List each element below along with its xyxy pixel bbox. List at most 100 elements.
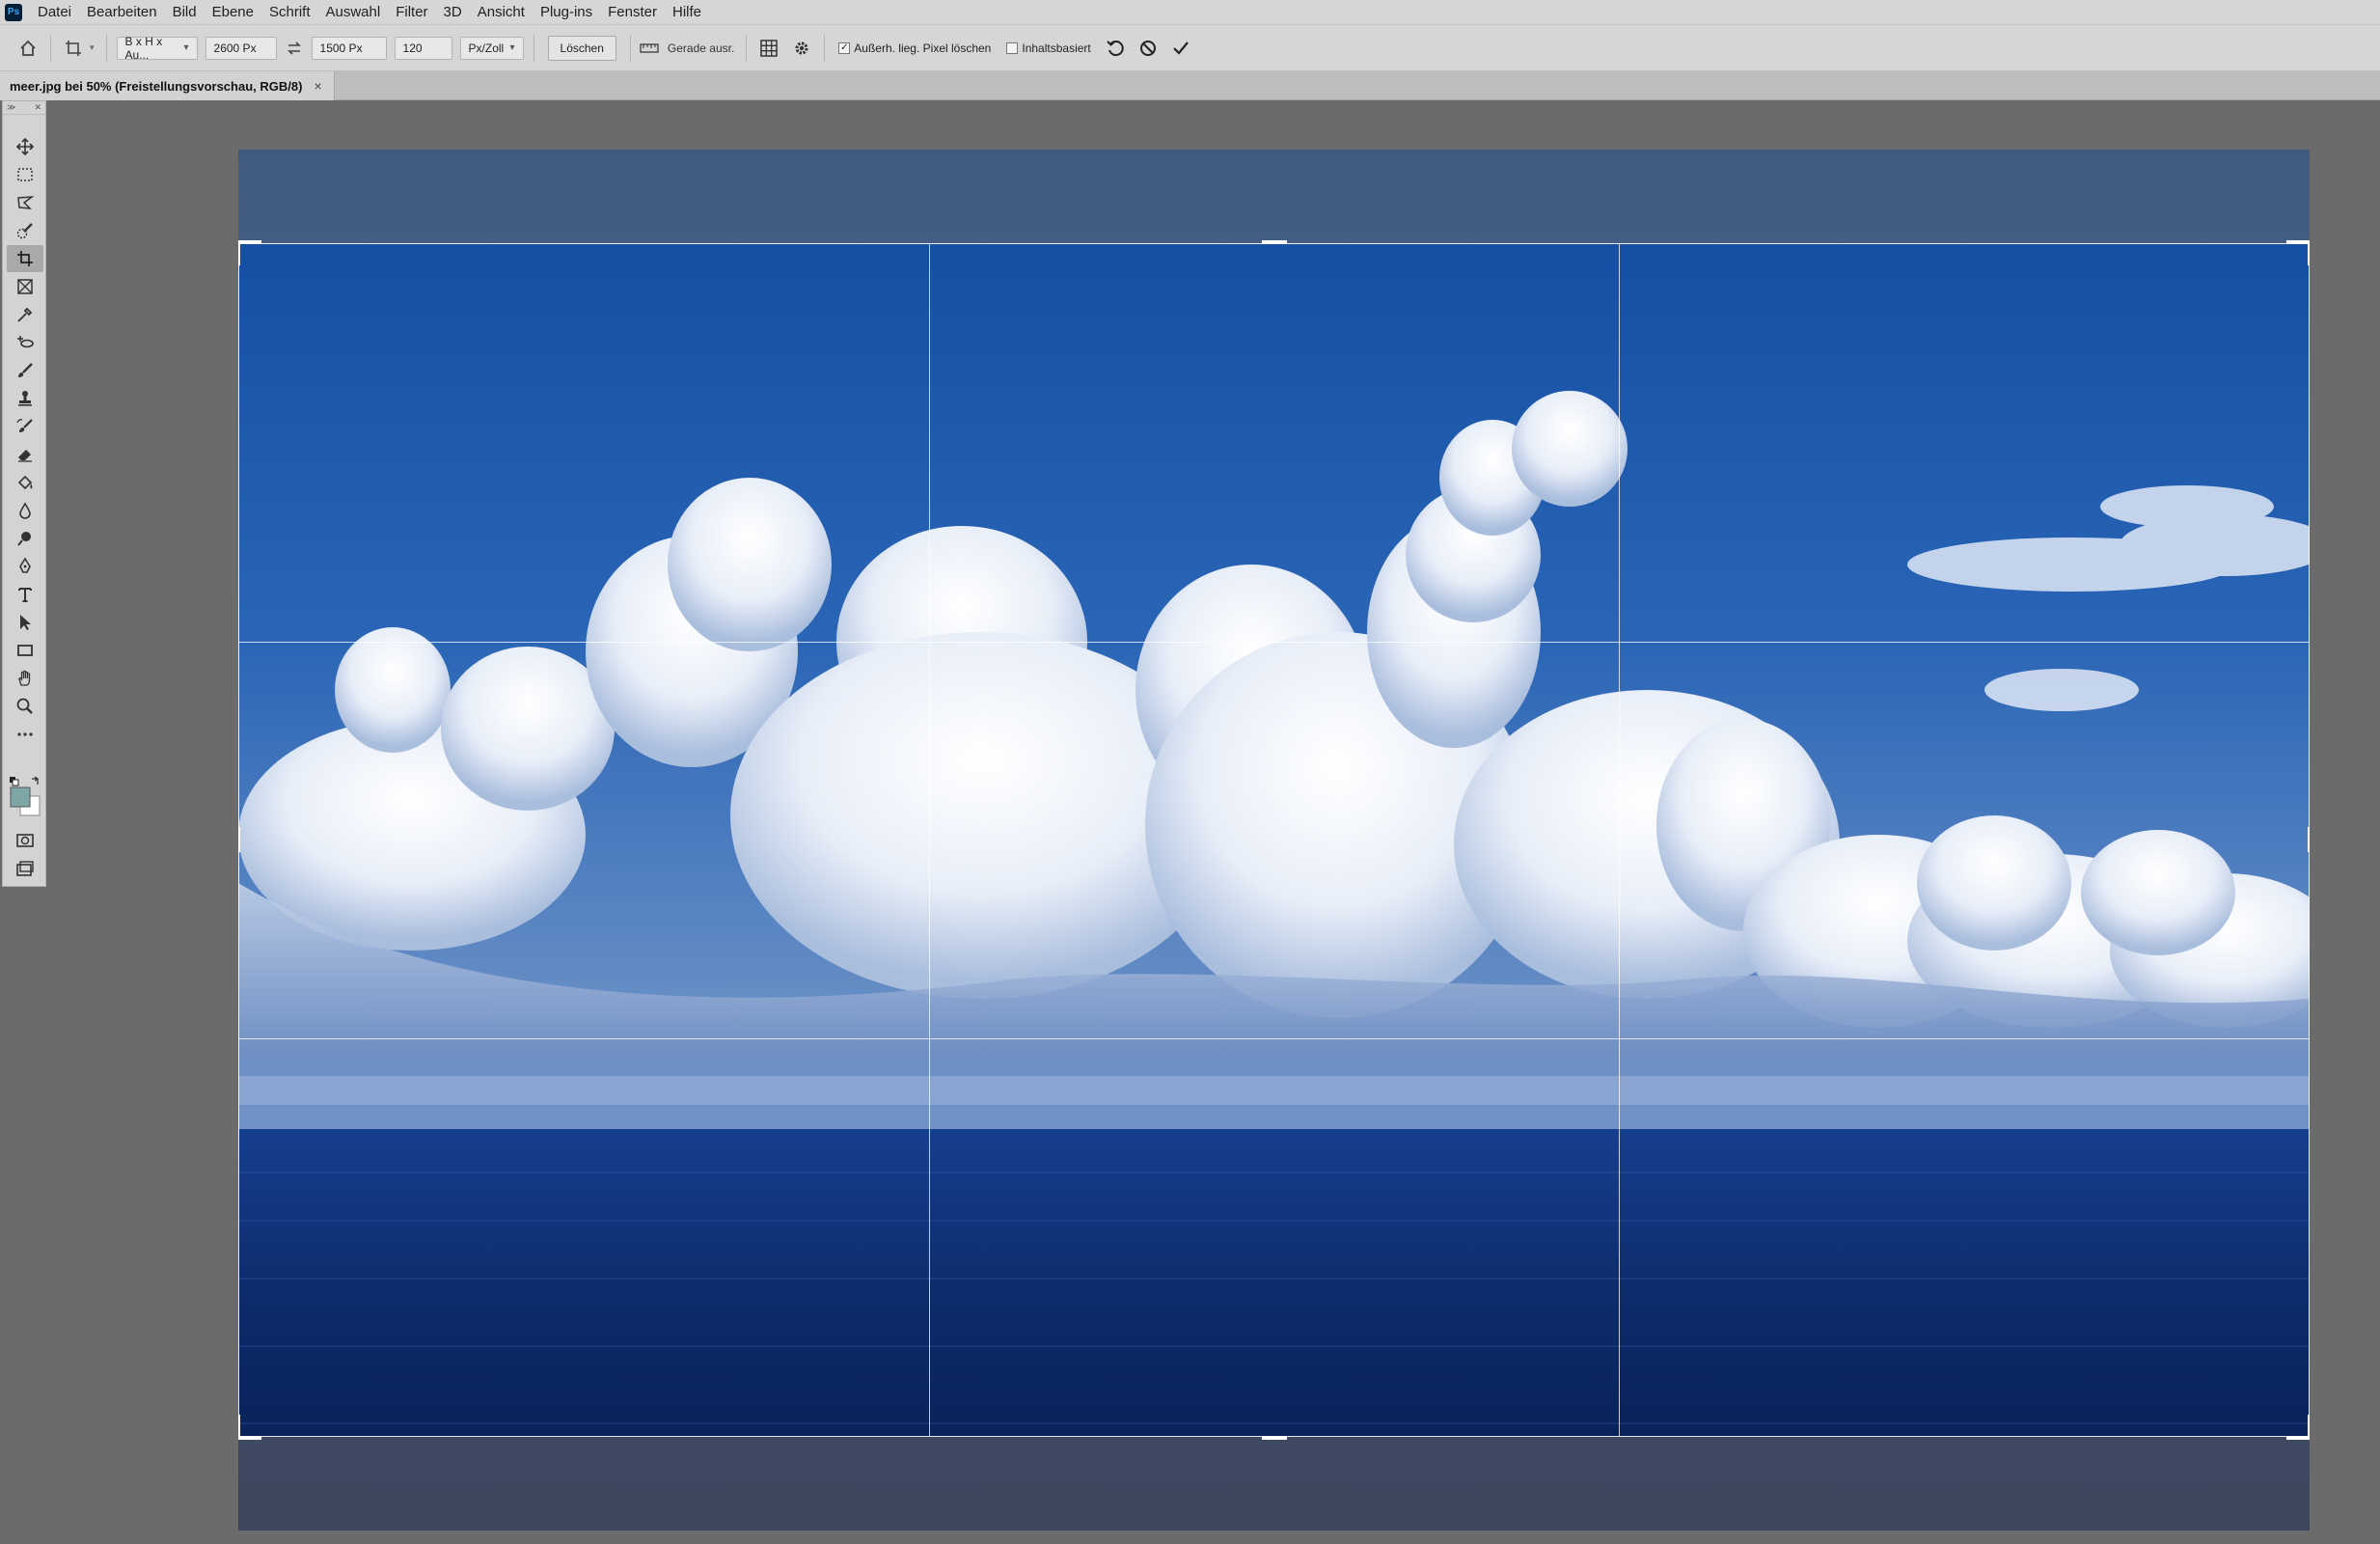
crop-handle-left[interactable] (238, 827, 240, 852)
resolution-unit-select[interactable]: Px/Zoll ▾ (459, 36, 524, 60)
crop-handle-top-right[interactable] (2286, 240, 2310, 244)
crop-handle-right[interactable] (2308, 827, 2310, 852)
pen-tool[interactable] (7, 553, 43, 580)
marquee-tool[interactable] (7, 161, 43, 188)
marquee-icon (17, 168, 33, 181)
content-aware-checkbox[interactable]: Inhaltsbasiert (1006, 41, 1091, 55)
path-selection-tool[interactable] (7, 609, 43, 636)
crop-grid-line (239, 1038, 2309, 1040)
menu-plugins[interactable]: Plug-ins (533, 0, 600, 25)
straighten-label[interactable]: Gerade ausr. (668, 41, 734, 55)
zoom-tool[interactable] (7, 693, 43, 720)
dodge-icon (17, 532, 31, 546)
paint-bucket-tool[interactable] (7, 469, 43, 496)
screen-mode-tool[interactable] (7, 855, 43, 882)
cancel-icon[interactable] (1132, 32, 1164, 65)
blur-icon (19, 502, 31, 519)
resolution-unit-value: Px/Zoll (468, 41, 505, 55)
home-icon[interactable] (12, 32, 44, 65)
history-brush-tool[interactable] (7, 413, 43, 440)
paint-bucket-icon (17, 475, 33, 490)
crop-handle-top-left[interactable] (238, 240, 261, 244)
more-icon (17, 732, 33, 736)
color-swatches (7, 774, 43, 822)
type-tool[interactable] (7, 581, 43, 608)
height-input[interactable]: 1500 Px (311, 36, 387, 60)
gear-icon[interactable] (785, 32, 818, 65)
width-input[interactable]: 2600 Px (205, 36, 277, 60)
history-brush-icon (16, 419, 33, 432)
straighten-icon[interactable] (637, 32, 662, 65)
collapse-icon[interactable]: ≫ (7, 102, 15, 113)
document-tab[interactable]: meer.jpg bei 50% (Freistellungsvorschau,… (0, 71, 335, 100)
crop-handle-top[interactable] (1262, 240, 1287, 244)
quick-mask-tool[interactable] (7, 827, 43, 854)
blur-tool[interactable] (7, 497, 43, 524)
lasso-icon (17, 196, 35, 209)
crop-grid-line (1618, 244, 1620, 1436)
dodge-tool[interactable] (7, 525, 43, 552)
crop-handle-bottom-right (2308, 1415, 2310, 1440)
divider (50, 34, 51, 62)
clone-stamp-tool[interactable] (7, 385, 43, 412)
clear-button[interactable]: Löschen (547, 35, 616, 61)
resolution-input[interactable]: 120 (394, 36, 452, 60)
close-icon[interactable]: ✕ (34, 102, 41, 113)
menu-bild[interactable]: Bild (165, 0, 205, 25)
healing-brush-tool[interactable] (7, 329, 43, 356)
healing-brush-icon (17, 336, 34, 348)
rectangle-tool[interactable] (7, 637, 43, 664)
brush-tool[interactable] (7, 357, 43, 384)
menu-fenster[interactable]: Fenster (600, 0, 665, 25)
crop-tool[interactable] (7, 245, 43, 272)
checkmark-icon[interactable] (1164, 32, 1197, 65)
document-canvas[interactable] (238, 150, 2310, 1530)
divider (746, 34, 748, 62)
swap-colors-icon[interactable] (32, 776, 40, 785)
swap-dimensions-icon[interactable] (281, 32, 308, 65)
zoom-icon (16, 698, 33, 714)
menu-ebene[interactable]: Ebene (205, 0, 261, 25)
more-tools[interactable] (7, 721, 43, 748)
crop-shield-top (238, 150, 2310, 243)
close-icon[interactable]: × (314, 78, 321, 94)
menu-filter[interactable]: Filter (388, 0, 435, 25)
chevron-down-icon: ▾ (183, 42, 189, 53)
reset-icon[interactable] (1099, 32, 1132, 65)
crop-handle-bottom-right[interactable] (2286, 1436, 2310, 1440)
chevron-down-icon[interactable]: ▾ (90, 42, 95, 53)
menu-bearbeiten[interactable]: Bearbeiten (79, 0, 165, 25)
eraser-icon (18, 450, 32, 462)
crop-handle-bottom-left[interactable] (238, 1436, 261, 1440)
menu-hilfe[interactable]: Hilfe (665, 0, 709, 25)
menu-auswahl[interactable]: Auswahl (318, 0, 389, 25)
quick-mask-icon (16, 834, 34, 847)
menu-ansicht[interactable]: Ansicht (470, 0, 533, 25)
quick-selection-tool[interactable] (7, 217, 43, 244)
foreground-color-swatch[interactable] (10, 786, 31, 808)
menu-3d[interactable]: 3D (436, 0, 470, 25)
frame-tool[interactable] (7, 273, 43, 300)
crop-box[interactable] (238, 243, 2310, 1437)
crop-handle-bottom[interactable] (1262, 1436, 1287, 1440)
eyedropper-tool[interactable] (7, 301, 43, 328)
move-tool[interactable] (7, 133, 43, 160)
document-tab-bar: meer.jpg bei 50% (Freistellungsvorschau,… (0, 71, 2380, 100)
crop-icon (17, 251, 33, 266)
crop-grid-line (239, 641, 2309, 643)
lasso-tool[interactable] (7, 189, 43, 216)
default-colors-icon[interactable] (10, 777, 19, 786)
eraser-tool[interactable] (7, 441, 43, 468)
ratio-preset-select[interactable]: B x H x Au... ▾ (116, 35, 198, 62)
menu-bar: Ps Datei Bearbeiten Bild Ebene Schrift A… (0, 0, 2380, 25)
menu-schrift[interactable]: Schrift (261, 0, 318, 25)
canvas-area[interactable] (46, 100, 2380, 1544)
menu-datei[interactable]: Datei (30, 0, 79, 25)
frame-icon (17, 279, 33, 294)
tools-panel-header[interactable]: ≫ ✕ (3, 101, 45, 115)
delete-cropped-pixels-checkbox[interactable]: ✓ Außerh. lieg. Pixel löschen (838, 41, 991, 55)
overlay-grid-icon[interactable] (752, 32, 785, 65)
hand-tool[interactable] (7, 665, 43, 692)
crop-tool-preset-icon[interactable] (57, 32, 90, 65)
brush-icon (18, 363, 33, 377)
